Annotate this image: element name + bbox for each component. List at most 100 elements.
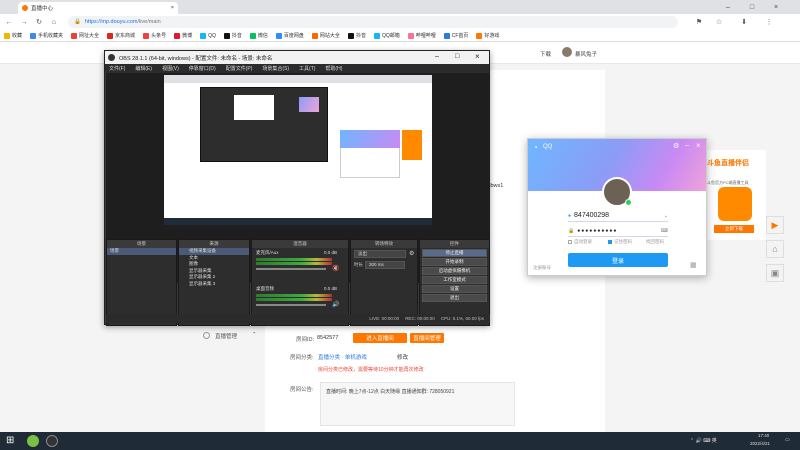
minimize-icon[interactable]: – xyxy=(718,0,738,14)
transition-select[interactable]: 淡出 xyxy=(354,250,406,258)
exit-button[interactable]: 退出 xyxy=(422,294,487,302)
bookmark-item[interactable]: 好游戏 xyxy=(476,32,499,39)
enter-room-button[interactable]: 进入直播间 xyxy=(353,333,407,343)
bookmark-item[interactable]: 京东商城 xyxy=(107,32,135,39)
taskbar-date: 2022/4/21 xyxy=(750,441,771,446)
forward-icon[interactable]: → xyxy=(18,16,30,28)
avatar[interactable] xyxy=(562,47,572,57)
dropdown-icon[interactable]: ⌄ xyxy=(664,213,668,219)
user-name[interactable]: 暴风兔子 xyxy=(575,50,597,58)
obs-close-icon[interactable]: × xyxy=(475,52,480,61)
speaker-icon[interactable]: 🔊 xyxy=(332,301,339,308)
lock-icon: 🔒 xyxy=(74,19,81,25)
address-bar[interactable]: 🔒 https://mp.douyu.com/live/main xyxy=(68,16,678,28)
modify-link[interactable]: 修改 xyxy=(397,353,408,361)
bookmark-item[interactable]: 微信 xyxy=(249,32,268,39)
play-icon[interactable]: ▶ xyxy=(766,216,784,234)
download-link[interactable]: 下载 xyxy=(540,50,551,58)
maximize-icon[interactable]: □ xyxy=(742,0,762,14)
bookmark-item[interactable]: QQ xyxy=(200,32,216,39)
virtual-camera-button[interactable]: 启动虚拟摄像机 xyxy=(422,267,487,275)
side-menu-item[interactable]: 直播管理 xyxy=(215,332,237,340)
bookmark-item[interactable]: 抖音 xyxy=(347,32,366,39)
sources-dock: 来源 视频采集设备 文本 图像 显示器采集 显示器采集 2 显示器采集 3 ＋－… xyxy=(178,239,250,326)
obs-taskbar-icon[interactable] xyxy=(46,435,58,447)
start-icon[interactable]: ⊞ xyxy=(6,435,14,446)
obs-menu-item[interactable]: 编辑(E) xyxy=(135,65,152,72)
live-status: LIVE: 00:00:00 xyxy=(369,316,400,321)
start-recording-button[interactable]: 开始录制 xyxy=(422,258,487,266)
bookmark-item[interactable]: 微博 xyxy=(174,32,192,39)
ad-download-button[interactable]: 立即下载 xyxy=(714,225,754,233)
home-icon[interactable]: ⌂ xyxy=(48,16,60,28)
qq-password-field[interactable]: 🔒 ●●●●●●●●●● ⌨ xyxy=(568,225,668,237)
obs-maximize-icon[interactable]: □ xyxy=(455,53,459,60)
download-icon[interactable]: ⬇ xyxy=(738,16,750,28)
obs-menu-item[interactable]: 停靠窗口(D) xyxy=(189,65,216,72)
obs-titlebar[interactable]: OBS 28.1.1 (64-bit, windows) - 配置文件: 未命名… xyxy=(105,51,489,64)
mute-icon[interactable]: 🔇 xyxy=(332,265,339,272)
extensions-icon[interactable]: ⚑ xyxy=(693,16,705,28)
back-icon[interactable]: ← xyxy=(3,16,15,28)
rec-status: REC: 00:00:00 xyxy=(405,316,435,321)
volume-slider[interactable] xyxy=(256,268,326,270)
ad-banner[interactable]: 斗鱼直播伴侣 斗鱼官方PC端直播工具 立即下载 xyxy=(706,150,766,240)
scene-item[interactable]: 场景 xyxy=(107,248,176,255)
obs-menu-item[interactable]: 场景集合(S) xyxy=(262,65,289,72)
star-icon[interactable]: ☆ xyxy=(713,16,725,28)
bookmark-item[interactable]: 头条号 xyxy=(143,32,166,39)
qq-settings-icon[interactable]: ⚙ xyxy=(673,142,679,150)
bookmark-item[interactable]: 网址大全 xyxy=(71,32,99,39)
image-icon[interactable]: ▣ xyxy=(766,264,784,282)
bookmark-item[interactable]: 收藏 xyxy=(4,32,22,39)
reload-icon[interactable]: ↻ xyxy=(33,16,45,28)
qq-close-icon[interactable]: × xyxy=(696,141,701,150)
qrcode-icon[interactable]: ▦ xyxy=(690,261,697,269)
obs-menu-item[interactable]: 视图(V) xyxy=(162,65,179,72)
qq-login-button[interactable]: 登录 xyxy=(568,253,668,267)
stop-streaming-button[interactable]: 停止直播 xyxy=(422,249,487,257)
home-side-icon[interactable]: ⌂ xyxy=(766,240,784,258)
bookmark-item[interactable]: 百度网盘 xyxy=(275,32,304,39)
duration-label: 时长 xyxy=(354,262,363,267)
user-icon: ● xyxy=(568,212,572,219)
auto-login-checkbox[interactable]: 自动登录 xyxy=(568,239,592,245)
remember-pwd-checkbox[interactable]: 记住密码 xyxy=(608,239,632,245)
qq-account-field[interactable]: ● 847400298 ⌄ xyxy=(568,210,668,222)
source-item[interactable]: 显示器采集 3 xyxy=(179,281,249,288)
menu-icon[interactable]: ⋮ xyxy=(763,16,775,28)
category-link[interactable]: 直播分类 · 单机游戏 xyxy=(318,353,367,361)
bookmark-item[interactable]: 抖音 xyxy=(223,32,242,39)
studio-mode-button[interactable]: 工作室模式 xyxy=(422,276,487,284)
register-link[interactable]: 注册账号 xyxy=(533,265,551,271)
forgot-pwd-link[interactable]: 找回密码 xyxy=(646,239,664,245)
app-icon[interactable] xyxy=(27,435,39,447)
qq-minimize-icon[interactable]: – xyxy=(685,142,689,149)
qq-login-window[interactable]: ◔ QQ ⚙ – × ● 847400298 ⌄ 🔒 ●●●●●●●●●● ⌨ … xyxy=(527,138,707,276)
obs-menu-item[interactable]: 工具(T) xyxy=(299,65,315,72)
obs-menu-item[interactable]: 配置文件(P) xyxy=(226,65,253,72)
obs-window[interactable]: OBS 28.1.1 (64-bit, windows) - 配置文件: 未命名… xyxy=(104,50,490,326)
bookmark-item[interactable]: QQ邮箱 xyxy=(373,32,400,39)
announce-box[interactable]: 直播时间: 晚上7点-12点 白天随缘 直播通知群: 728050921 xyxy=(320,382,515,426)
obs-menu-item[interactable]: 文件(F) xyxy=(109,65,125,72)
close-window-icon[interactable]: × xyxy=(766,0,786,14)
bookmark-item[interactable]: 哔哩哔哩 xyxy=(407,32,436,39)
duration-input[interactable]: 300 ms xyxy=(365,261,405,269)
bookmark-item[interactable]: CF首页 xyxy=(443,32,468,39)
gear-icon[interactable]: ⚙ xyxy=(409,250,414,257)
bookmark-item[interactable]: 手机收藏夹 xyxy=(30,32,63,39)
tab-close-icon[interactable]: × xyxy=(171,5,174,11)
bookmark-item[interactable]: 网站大全 xyxy=(311,32,340,39)
manage-room-button[interactable]: 直播间管理 xyxy=(410,333,444,343)
keyboard-icon[interactable]: ⌨ xyxy=(661,228,668,234)
obs-menu-item[interactable]: 帮助(H) xyxy=(325,65,342,72)
settings-button[interactable]: 设置 xyxy=(422,285,487,293)
tray-icons[interactable]: ⌃ 🔊 ⌨ 英 xyxy=(690,437,717,444)
obs-minimize-icon[interactable]: – xyxy=(435,53,439,60)
obs-title: OBS 28.1.1 (64-bit, windows) - 配置文件: 未命名… xyxy=(119,55,273,62)
browser-tab[interactable]: 直播中心 × xyxy=(18,2,178,14)
volume-slider[interactable] xyxy=(256,304,326,306)
notification-icon[interactable]: ▭ xyxy=(785,437,790,443)
mixer-track-db: 0.0 dB xyxy=(324,250,338,255)
